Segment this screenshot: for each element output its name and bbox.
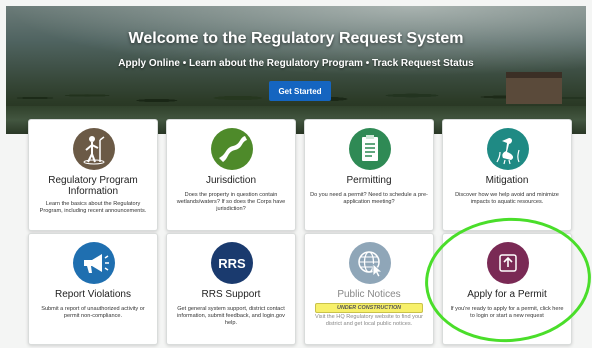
card-description: Get general system support, district con… <box>177 306 285 327</box>
card-permitting[interactable]: Permitting Do you need a permit? Need to… <box>304 119 434 231</box>
card-report-violations[interactable]: Report Violations Submit a report of una… <box>28 233 158 345</box>
card-description: Learn the basics about the Regulatory Pr… <box>39 201 147 215</box>
card-regulatory-program[interactable]: Regulatory Program Information Learn the… <box>28 119 158 231</box>
card-description: Discover how we help avoid and minimize … <box>455 192 559 206</box>
hero-title: Welcome to the Regulatory Request System <box>128 30 464 47</box>
svg-text:RRS: RRS <box>218 256 246 271</box>
card-mitigation[interactable]: Mitigation Discover how we help avoid an… <box>442 119 572 231</box>
card-jurisdiction[interactable]: Jurisdiction Does the property in questi… <box>166 119 296 231</box>
card-rrs-support[interactable]: RRS RRS Support Get general system suppo… <box>166 233 296 345</box>
person-surveyor-icon <box>73 128 115 170</box>
river-icon <box>211 128 253 170</box>
globe-cursor-icon <box>349 242 391 284</box>
hero-subtitle: Apply Online • Learn about the Regulator… <box>118 58 474 69</box>
heron-icon <box>487 128 529 170</box>
checklist-icon <box>349 128 391 170</box>
card-title: Mitigation <box>485 175 529 186</box>
megaphone-icon <box>73 242 115 284</box>
card-public-notices[interactable]: Public Notices UNDER CONSTRUCTION Visit … <box>304 233 434 345</box>
card-title: Jurisdiction <box>205 175 257 186</box>
card-description: Do you need a permit? Need to schedule a… <box>310 192 428 206</box>
rrs-icon: RRS <box>211 242 253 284</box>
card-title: Public Notices <box>337 289 401 300</box>
hero-banner: Welcome to the Regulatory Request System… <box>6 6 586 134</box>
card-description: Submit a report of unauthorized activity… <box>41 306 145 320</box>
card-title: Regulatory Program Information <box>48 175 138 197</box>
card-description: Visit the HQ Regulatory website to find … <box>314 314 424 328</box>
under-construction-badge: UNDER CONSTRUCTION <box>315 303 423 313</box>
get-started-button[interactable]: Get Started <box>269 81 331 101</box>
card-title: Permitting <box>346 175 392 186</box>
card-title: Report Violations <box>55 289 131 300</box>
card-description: Does the property in question contain we… <box>176 192 286 213</box>
card-title: RRS Support <box>201 289 261 300</box>
hero-building <box>506 72 562 104</box>
